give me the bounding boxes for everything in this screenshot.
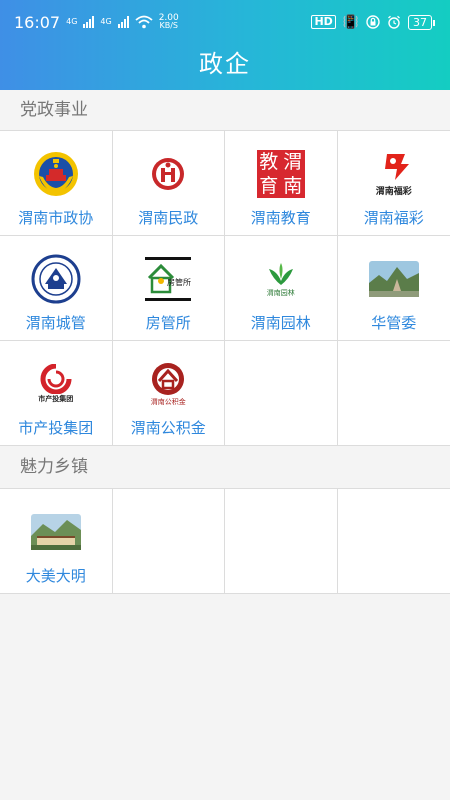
grid-item-weinan-civil-affairs[interactable]: 渭南民政 [112,131,225,236]
network-type-1: 4G [66,17,78,26]
grid-item-label: 房管所 [145,314,191,332]
grid-item-label: 市产投集团 [18,419,94,437]
empty-grid-cell [337,489,450,594]
urban-management-badge-icon [31,254,81,304]
grid-item-label: 渭南福彩 [363,209,424,227]
grid-item-weinan-urban-management[interactable]: 渭南城管 [0,236,113,341]
housing-office-logo-icon: 房管所 [143,254,193,304]
signal-icon [83,16,95,28]
grid-item-hua-management-committee[interactable]: 华管委 [337,236,450,341]
network-speed: 2.00 KB/S [158,13,179,30]
empty-grid-cell [112,489,225,594]
grid-item-weinan-gardens[interactable]: 渭南园林 渭南园林 [225,236,338,341]
grid-item-housing-office[interactable]: 房管所 房管所 [112,236,225,341]
grid-item-weinan-education[interactable]: 教 渭 育 南 渭南教育 [225,131,338,236]
grid-item-label: 渭南公积金 [130,419,206,437]
status-bar: 16:07 4G 4G 2.00 KB/S HD 📳 37 [0,0,450,44]
section-grid-charming-towns: 大美大明 [0,488,450,594]
cppcc-emblem-icon [31,149,81,199]
grid-item-weinan-housing-fund[interactable]: 渭南公积金 渭南公积金 [112,341,225,446]
section-label-charming-towns: 魅力乡镇 [0,447,450,487]
gardens-logo-icon: 渭南园林 [256,254,306,304]
grid-item-label: 渭南教育 [250,209,311,227]
civil-affairs-logo-icon [143,149,193,199]
wifi-icon [135,15,153,29]
vibrate-icon: 📳 [342,14,359,30]
grid-item-damei-daming[interactable]: 大美大明 [0,489,113,594]
page-title: 政企 [199,50,251,78]
housing-fund-logo-icon: 渭南公积金 [143,359,193,409]
grid-item-label: 渭南市政协 [18,209,94,227]
investment-group-logo-icon: 市产投集团 [31,359,81,409]
grid-item-label: 渭南民政 [138,209,199,227]
clock: 16:07 [14,12,61,32]
grid-item-weinan-welfare-lottery[interactable]: 渭南福彩 渭南福彩 [337,131,450,236]
grid-item-label: 大美大明 [25,567,86,585]
battery-icon: 37 [408,14,435,30]
empty-grid-cell [337,341,450,446]
welfare-lottery-logo-icon: 渭南福彩 [369,149,419,199]
grid-item-industry-investment-group[interactable]: 市产投集团 市产投集团 [0,341,113,446]
grid-item-label: 渭南园林 [250,314,311,332]
grid-item-weinan-cppcc[interactable]: 渭南市政协 [0,131,113,236]
section-grid-party-government: 渭南市政协 渭南民政 教 渭 育 南 渭南教育 渭南福彩 渭南福彩 渭南城管 房… [0,130,450,446]
network-type-2: 4G [100,17,112,26]
education-seal-icon: 教 渭 育 南 [256,149,306,199]
grid-item-label: 渭南城管 [25,314,86,332]
svg-text:房管所: 房管所 [167,277,191,287]
alarm-icon [388,15,400,29]
hd-voice-icon: HD [311,15,336,29]
app-header: 16:07 4G 4G 2.00 KB/S HD 📳 37 政企 [0,0,450,90]
section-label-party-government: 党政事业 [0,90,450,130]
empty-grid-cell [225,341,338,446]
town-landscape-photo-icon [30,507,81,557]
mountain-photo-icon [368,254,419,304]
lock-icon [366,15,380,29]
grid-item-label: 华管委 [371,314,417,332]
empty-grid-cell [225,489,338,594]
signal-icon [117,16,129,28]
